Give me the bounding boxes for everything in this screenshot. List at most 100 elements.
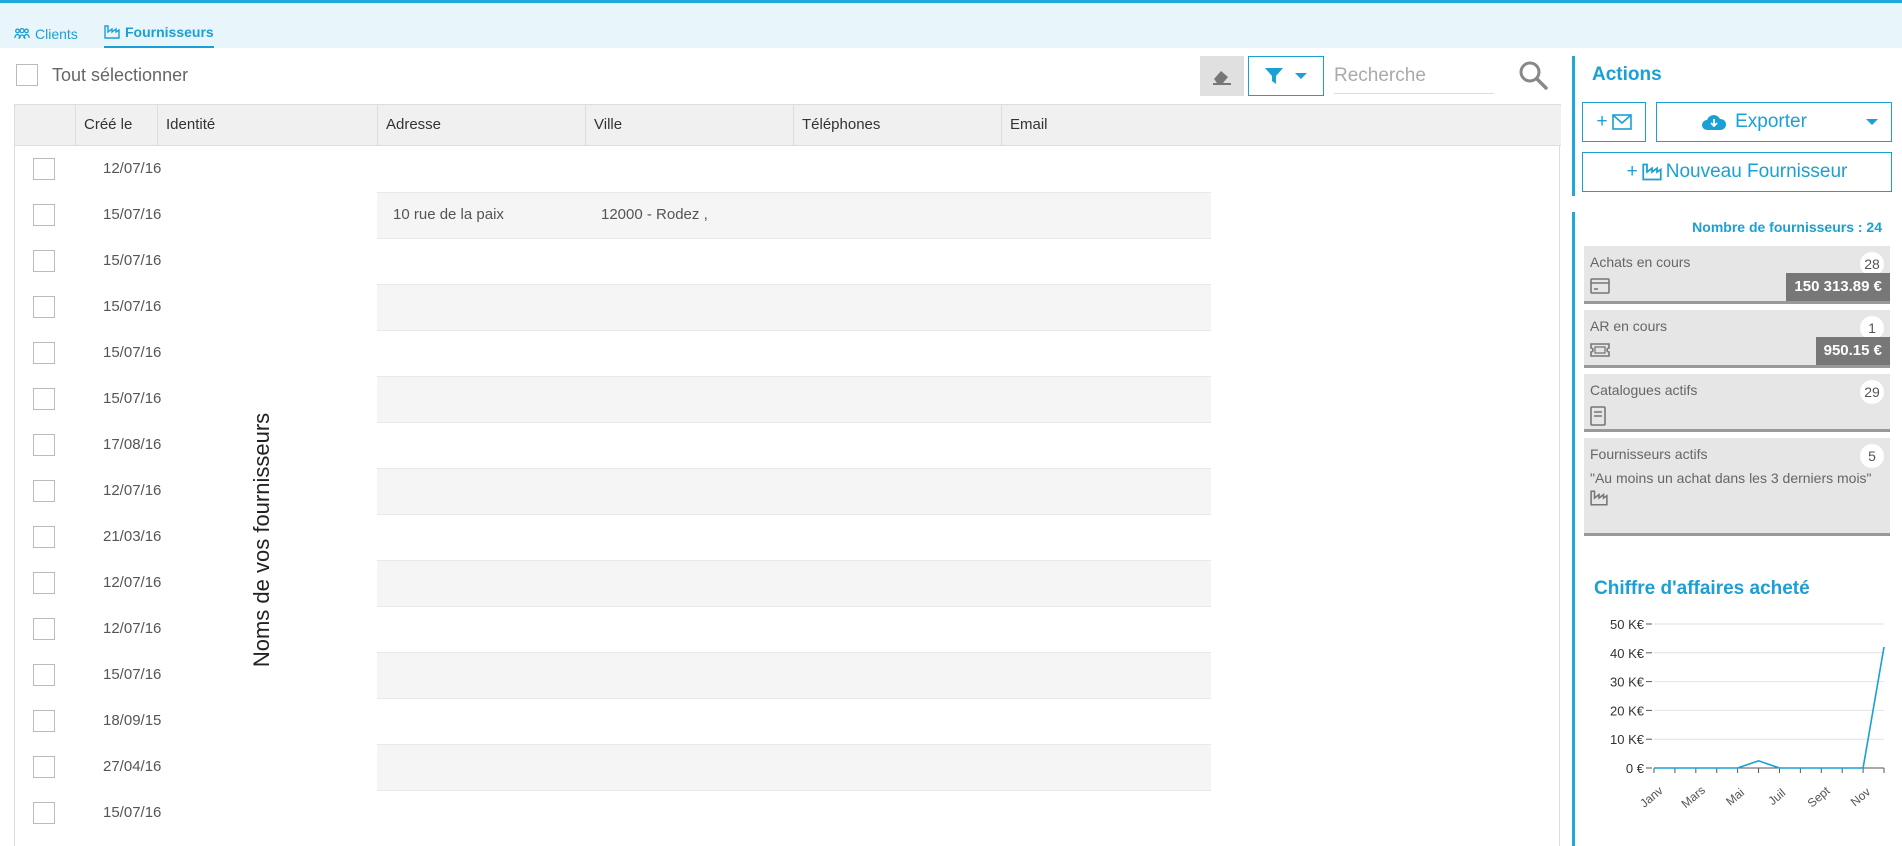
row-separator xyxy=(377,744,1211,745)
tab-clients[interactable]: Clients xyxy=(14,20,78,48)
column-header-email[interactable]: Email xyxy=(1001,105,1561,145)
new-supplier-button[interactable]: + Nouveau Fournisseur xyxy=(1582,152,1892,192)
stat-active-suppliers[interactable]: Fournisseurs actifs 5 "Au moins un achat… xyxy=(1584,438,1890,536)
row-created-date: 15/07/16 xyxy=(103,298,162,315)
search-icon[interactable] xyxy=(1518,60,1548,90)
stat-purchases-in-progress[interactable]: Achats en cours 28 150 313.89 € xyxy=(1584,246,1890,304)
stat-amount: 150 313.89 € xyxy=(1786,273,1890,301)
column-header-address[interactable]: Adresse xyxy=(377,105,585,145)
select-all[interactable]: Tout sélectionner xyxy=(16,64,188,86)
row-checkbox[interactable] xyxy=(33,158,55,180)
column-header-phones[interactable]: Téléphones xyxy=(793,105,1001,145)
column-header-city[interactable]: Ville xyxy=(585,105,793,145)
table-row[interactable]: 15/07/16 xyxy=(15,330,1561,376)
stat-ar-in-progress[interactable]: AR en cours 1 950.15 € xyxy=(1584,310,1890,368)
row-stripe xyxy=(377,744,1211,790)
chevron-down-icon xyxy=(1295,73,1307,79)
table-row[interactable]: 17/08/16 xyxy=(15,422,1561,468)
row-separator xyxy=(377,652,1211,653)
stat-label: AR en cours xyxy=(1590,318,1668,334)
email-button[interactable]: + xyxy=(1582,102,1646,142)
table-row[interactable]: 12/07/16 xyxy=(15,560,1561,606)
card-icon xyxy=(1590,278,1610,294)
row-stripe xyxy=(377,422,1211,468)
table-row[interactable]: 27/04/16 xyxy=(15,744,1561,790)
row-checkbox[interactable] xyxy=(33,710,55,732)
row-checkbox[interactable] xyxy=(33,342,55,364)
row-select-cell xyxy=(15,560,75,606)
row-checkbox[interactable] xyxy=(33,802,55,824)
row-checkbox[interactable] xyxy=(33,526,55,548)
column-header-identity[interactable]: Identité xyxy=(157,105,377,145)
stat-active-catalogs[interactable]: Catalogues actifs 29 xyxy=(1584,374,1890,432)
table-row[interactable]: 15/07/16 10 rue de la paix 12000 - Rodez , xyxy=(15,192,1561,238)
row-select-cell xyxy=(15,606,75,652)
row-separator xyxy=(377,514,1211,515)
row-created-date: 15/07/16 xyxy=(103,804,162,821)
row-select-cell xyxy=(15,238,75,284)
table-row[interactable]: 18/09/15 xyxy=(15,698,1561,744)
chart-x-tick-label: Mars xyxy=(1679,783,1708,811)
cloud-download-icon xyxy=(1702,115,1727,130)
stat-label: Achats en cours xyxy=(1590,254,1691,270)
row-address: 10 rue de la paix xyxy=(393,206,504,223)
new-supplier-label: Nouveau Fournisseur xyxy=(1665,161,1848,182)
filter-button[interactable] xyxy=(1248,56,1324,96)
table-row[interactable]: 15/07/16 xyxy=(15,284,1561,330)
table-row[interactable]: 15/07/16 xyxy=(15,652,1561,698)
row-select-cell xyxy=(15,376,75,422)
export-button-label: Exporter xyxy=(1735,111,1807,132)
row-select-cell xyxy=(15,422,75,468)
stat-label: Catalogues actifs xyxy=(1590,382,1698,398)
table-row[interactable]: 12/07/16 xyxy=(15,468,1561,514)
row-stripe xyxy=(377,238,1211,284)
row-stripe xyxy=(377,606,1211,652)
table-row[interactable]: 15/07/16 xyxy=(15,790,1561,836)
row-stripe xyxy=(377,284,1211,330)
table-row[interactable]: 12/07/16 xyxy=(15,146,1561,192)
row-checkbox[interactable] xyxy=(33,204,55,226)
row-created-date: 18/09/15 xyxy=(103,712,162,729)
export-button[interactable]: Exporter xyxy=(1656,102,1892,142)
row-checkbox[interactable] xyxy=(33,250,55,272)
row-checkbox[interactable] xyxy=(33,756,55,778)
suppliers-table: Créé le Identité Adresse Ville Téléphone… xyxy=(14,104,1561,846)
row-separator xyxy=(377,422,1211,423)
row-checkbox[interactable] xyxy=(33,664,55,686)
row-stripe xyxy=(377,652,1211,698)
row-checkbox[interactable] xyxy=(33,434,55,456)
column-header-created[interactable]: Créé le xyxy=(75,105,157,145)
row-separator xyxy=(377,238,1211,239)
table-row[interactable]: 15/07/16 xyxy=(15,376,1561,422)
chart-x-tick-label: Janv xyxy=(1637,783,1665,810)
select-all-checkbox[interactable] xyxy=(16,64,38,86)
row-created-date: 12/07/16 xyxy=(103,482,162,499)
row-checkbox[interactable] xyxy=(33,480,55,502)
row-separator xyxy=(377,330,1211,331)
table-row[interactable]: 21/03/16 xyxy=(15,514,1561,560)
row-stripe xyxy=(377,376,1211,422)
stat-amount: 950.15 € xyxy=(1815,337,1890,365)
row-checkbox[interactable] xyxy=(33,388,55,410)
stats-panel-border xyxy=(1572,212,1575,846)
stat-label: Fournisseurs actifs xyxy=(1590,446,1708,462)
row-checkbox[interactable] xyxy=(33,296,55,318)
identity-column-note: Noms de vos fournisseurs xyxy=(249,412,274,668)
tab-fournisseurs[interactable]: Fournisseurs xyxy=(104,20,214,48)
new-supplier-plus: + xyxy=(1626,161,1638,182)
row-select-cell xyxy=(15,284,75,330)
clear-filters-button[interactable] xyxy=(1200,56,1244,96)
row-checkbox[interactable] xyxy=(33,618,55,640)
email-button-plus: + xyxy=(1596,111,1608,132)
row-city: 12000 - Rodez , xyxy=(601,206,708,223)
table-header: Créé le Identité Adresse Ville Téléphone… xyxy=(15,104,1561,146)
table-row[interactable]: 12/07/16 xyxy=(15,606,1561,652)
table-row[interactable]: 15/07/16 xyxy=(15,238,1561,284)
chart-y-tick-label: 50 K€ xyxy=(1610,617,1645,632)
row-checkbox[interactable] xyxy=(33,572,55,594)
row-select-cell xyxy=(15,652,75,698)
search-input[interactable] xyxy=(1334,58,1494,94)
row-created-date: 12/07/16 xyxy=(103,574,162,591)
row-created-date: 17/08/16 xyxy=(103,436,162,453)
select-all-label: Tout sélectionner xyxy=(52,64,189,85)
